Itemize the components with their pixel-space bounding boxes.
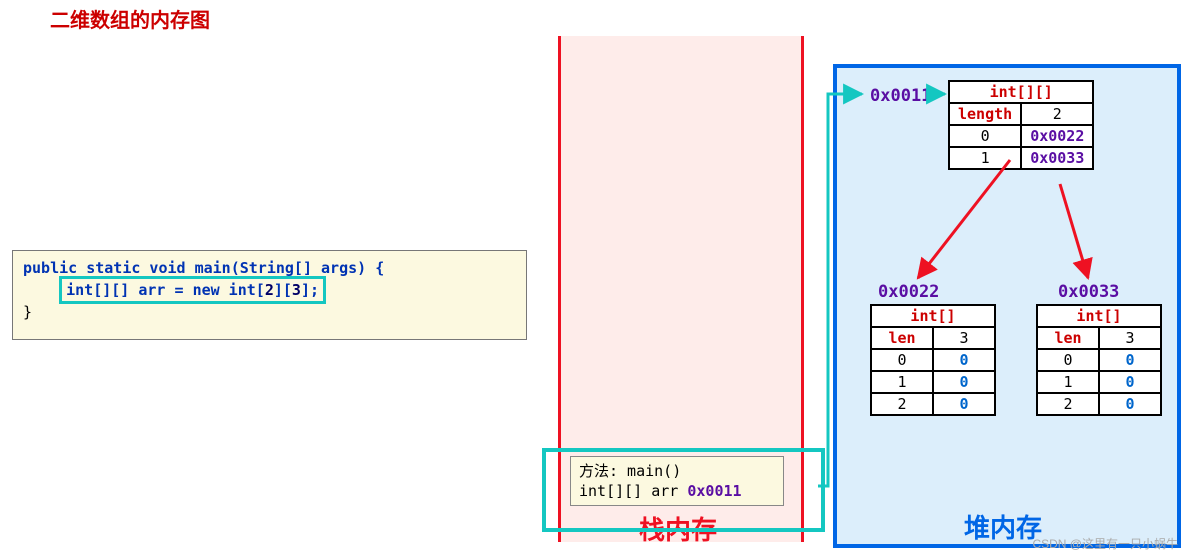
stack-frame-addr: 0x0011 bbox=[687, 482, 741, 500]
outer-idx-1: 1 bbox=[949, 147, 1021, 169]
diagram-root: 二维数组的内存图 public static void main(String[… bbox=[0, 0, 1184, 556]
heap-table-inner-0: int[] len3 00 10 20 bbox=[870, 304, 996, 416]
outer-type: int[][] bbox=[949, 81, 1093, 103]
inner1-len-lbl: len bbox=[1037, 327, 1099, 349]
code-box: public static void main(String[] args) {… bbox=[12, 250, 527, 340]
stack-frame-var: int[][] arr bbox=[579, 482, 687, 500]
outer-val-1: 0x0033 bbox=[1021, 147, 1093, 169]
outer-val-0: 0x0022 bbox=[1021, 125, 1093, 147]
watermark: CSDN @这里有一只小蜗牛 bbox=[1032, 535, 1178, 552]
heap-addr-0x0011: 0x0011 bbox=[870, 86, 931, 106]
outer-idx-0: 0 bbox=[949, 125, 1021, 147]
inner1-len-val: 3 bbox=[1099, 327, 1161, 349]
code-highlight: int[][] arr = new int[2][3]; bbox=[59, 276, 326, 304]
heap-table-inner-1: int[] len3 00 10 20 bbox=[1036, 304, 1162, 416]
inner1-type: int[] bbox=[1037, 305, 1161, 327]
heap-addr-0x0022: 0x0022 bbox=[878, 282, 939, 302]
heap-addr-0x0033: 0x0033 bbox=[1058, 282, 1119, 302]
stack-frame-method: 方法: main() bbox=[579, 461, 775, 481]
inner0-len-val: 3 bbox=[933, 327, 995, 349]
outer-len-val: 2 bbox=[1021, 103, 1093, 125]
inner0-len-lbl: len bbox=[871, 327, 933, 349]
heap-table-outer: int[][] length2 00x0022 10x0033 bbox=[948, 80, 1094, 170]
code-line3: } bbox=[23, 301, 516, 323]
stack-frame: 方法: main() int[][] arr 0x0011 bbox=[570, 456, 784, 506]
page-title: 二维数组的内存图 bbox=[50, 4, 210, 33]
inner0-type: int[] bbox=[871, 305, 995, 327]
code-line1: public static void main(String[] args) { bbox=[23, 259, 384, 277]
outer-len-lbl: length bbox=[949, 103, 1021, 125]
